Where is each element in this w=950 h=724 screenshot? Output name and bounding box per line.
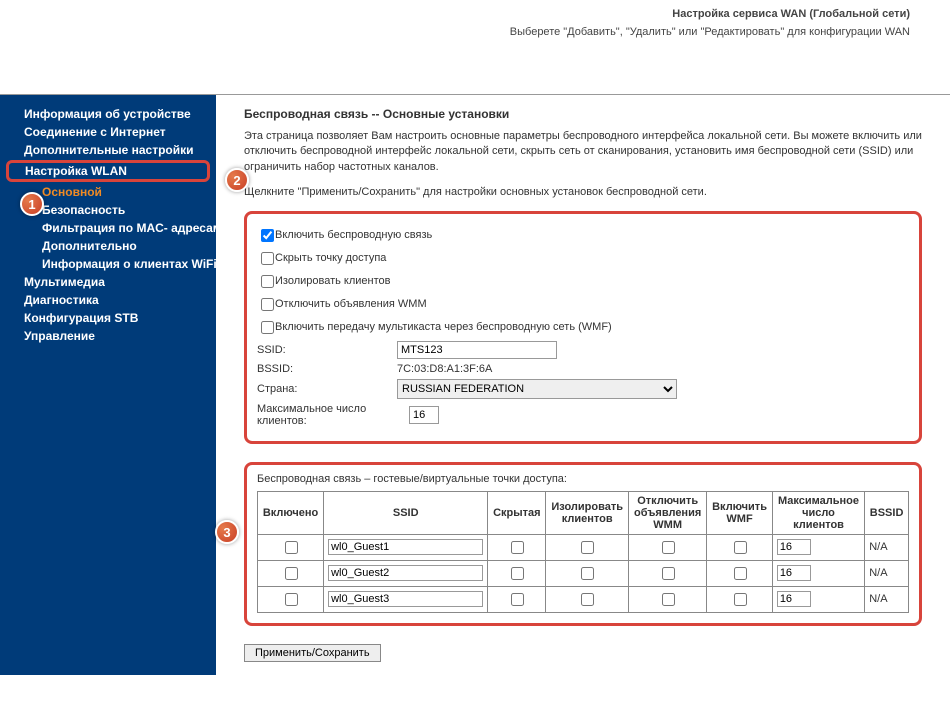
ssid-label: SSID:: [257, 344, 397, 356]
sidebar-item-deviceinfo[interactable]: Информация об устройстве: [0, 105, 216, 123]
sidebar-subitem-wificlients[interactable]: Информация о клиентах WiFi: [0, 255, 216, 273]
guest-nowmm-checkbox[interactable]: [662, 593, 675, 606]
col-bssid: BSSID: [865, 491, 909, 534]
col-ssid: SSID: [324, 491, 488, 534]
guest-maxclients-input[interactable]: [777, 591, 811, 607]
table-row: N/A: [258, 560, 909, 586]
guest-isolate-checkbox[interactable]: [581, 541, 594, 554]
sidebar-item-stbconfig[interactable]: Конфигурация STB: [0, 309, 216, 327]
maxclients-input[interactable]: [409, 406, 439, 424]
hide-ap-checkbox[interactable]: [261, 252, 274, 265]
enable-wmf-checkbox[interactable]: [261, 321, 274, 334]
disable-wmm-checkbox[interactable]: [261, 298, 274, 311]
callout-badge-1: 1: [20, 192, 44, 216]
guest-bssid-value: N/A: [865, 560, 909, 586]
header: Настройка сервиса WAN (Глобальной сети) …: [0, 0, 950, 95]
guest-ssid-input[interactable]: [328, 591, 483, 607]
ssid-input[interactable]: [397, 341, 557, 359]
guest-bssid-value: N/A: [865, 534, 909, 560]
sidebar-subitem-advanced[interactable]: Дополнительно: [0, 237, 216, 255]
guest-isolate-checkbox[interactable]: [581, 567, 594, 580]
guest-maxclients-input[interactable]: [777, 539, 811, 555]
content: Беспроводная связь -- Основные установки…: [216, 95, 950, 675]
guest-hidden-checkbox[interactable]: [511, 593, 524, 606]
country-select[interactable]: RUSSIAN FEDERATION: [397, 379, 677, 399]
guest-bssid-value: N/A: [865, 586, 909, 612]
sidebar-item-multimedia[interactable]: Мультимедиа: [0, 273, 216, 291]
guest-nowmm-checkbox[interactable]: [662, 541, 675, 554]
callout-badge-2: 2: [225, 168, 249, 192]
col-wmf: Включить WMF: [707, 491, 773, 534]
header-subtitle: Выберете "Добавить", "Удалить" или "Реда…: [0, 26, 910, 38]
header-title: Настройка сервиса WAN (Глобальной сети): [0, 8, 910, 20]
col-maxclients: Максимальное число клиентов: [772, 491, 864, 534]
apply-save-button[interactable]: Применить/Сохранить: [244, 644, 381, 662]
guest-wmf-checkbox[interactable]: [734, 593, 747, 606]
guest-isolate-checkbox[interactable]: [581, 593, 594, 606]
callout-badge-3: 3: [215, 520, 239, 544]
bssid-value: 7С:03:D8:A1:3F:6A: [397, 363, 492, 375]
enable-wmf-label: Включить передачу мультикаста через бесп…: [275, 321, 909, 333]
disable-wmm-label: Отключить объявления WMM: [275, 298, 909, 310]
country-label: Страна:: [257, 383, 397, 395]
guest-maxclients-input[interactable]: [777, 565, 811, 581]
table-row: N/A: [258, 534, 909, 560]
sidebar: Информация об устройстве Соединение с Ин…: [0, 95, 216, 675]
sidebar-item-wlan[interactable]: Настройка WLAN: [6, 160, 210, 182]
guest-table: Включено SSID Скрытая Изолировать клиент…: [257, 491, 909, 613]
maxclients-label: Максимальное число клиентов:: [257, 403, 409, 427]
guest-hidden-checkbox[interactable]: [511, 567, 524, 580]
guest-wmf-checkbox[interactable]: [734, 541, 747, 554]
sidebar-item-internet[interactable]: Соединение с Интернет: [0, 123, 216, 141]
guest-networks-group: Беспроводная связь – гостевые/виртуальны…: [244, 462, 922, 626]
col-isolate: Изолировать клиентов: [546, 491, 629, 534]
sidebar-item-advanced[interactable]: Дополнительные настройки: [0, 141, 216, 159]
isolate-clients-checkbox[interactable]: [261, 275, 274, 288]
guest-enabled-checkbox[interactable]: [285, 567, 298, 580]
guest-nowmm-checkbox[interactable]: [662, 567, 675, 580]
guest-section-title: Беспроводная связь – гостевые/виртуальны…: [257, 473, 909, 485]
guest-ssid-input[interactable]: [328, 539, 483, 555]
sidebar-subitem-macfilter[interactable]: Фильтрация по MAC- адресам: [0, 219, 216, 237]
guest-enabled-checkbox[interactable]: [285, 593, 298, 606]
page-title: Беспроводная связь -- Основные установки: [244, 107, 922, 121]
guest-ssid-input[interactable]: [328, 565, 483, 581]
sidebar-item-management[interactable]: Управление: [0, 327, 216, 345]
hide-ap-label: Скрыть точку доступа: [275, 252, 909, 264]
basic-settings-group: Включить беспроводную связь Скрыть точку…: [244, 211, 922, 444]
sidebar-item-diagnostics[interactable]: Диагностика: [0, 291, 216, 309]
guest-enabled-checkbox[interactable]: [285, 541, 298, 554]
isolate-clients-label: Изолировать клиентов: [275, 275, 909, 287]
col-hidden: Скрытая: [488, 491, 546, 534]
page-description-2: Щелкните "Применить/Сохранить" для настр…: [244, 185, 922, 200]
col-enabled: Включено: [258, 491, 324, 534]
col-nowmm: Отключить объявления WMM: [629, 491, 707, 534]
guest-wmf-checkbox[interactable]: [734, 567, 747, 580]
enable-wireless-label: Включить беспроводную связь: [275, 229, 909, 241]
guest-hidden-checkbox[interactable]: [511, 541, 524, 554]
table-row: N/A: [258, 586, 909, 612]
page-description-1: Эта страница позволяет Вам настроить осн…: [244, 129, 922, 175]
enable-wireless-checkbox[interactable]: [261, 229, 274, 242]
bssid-label: BSSID:: [257, 363, 397, 375]
